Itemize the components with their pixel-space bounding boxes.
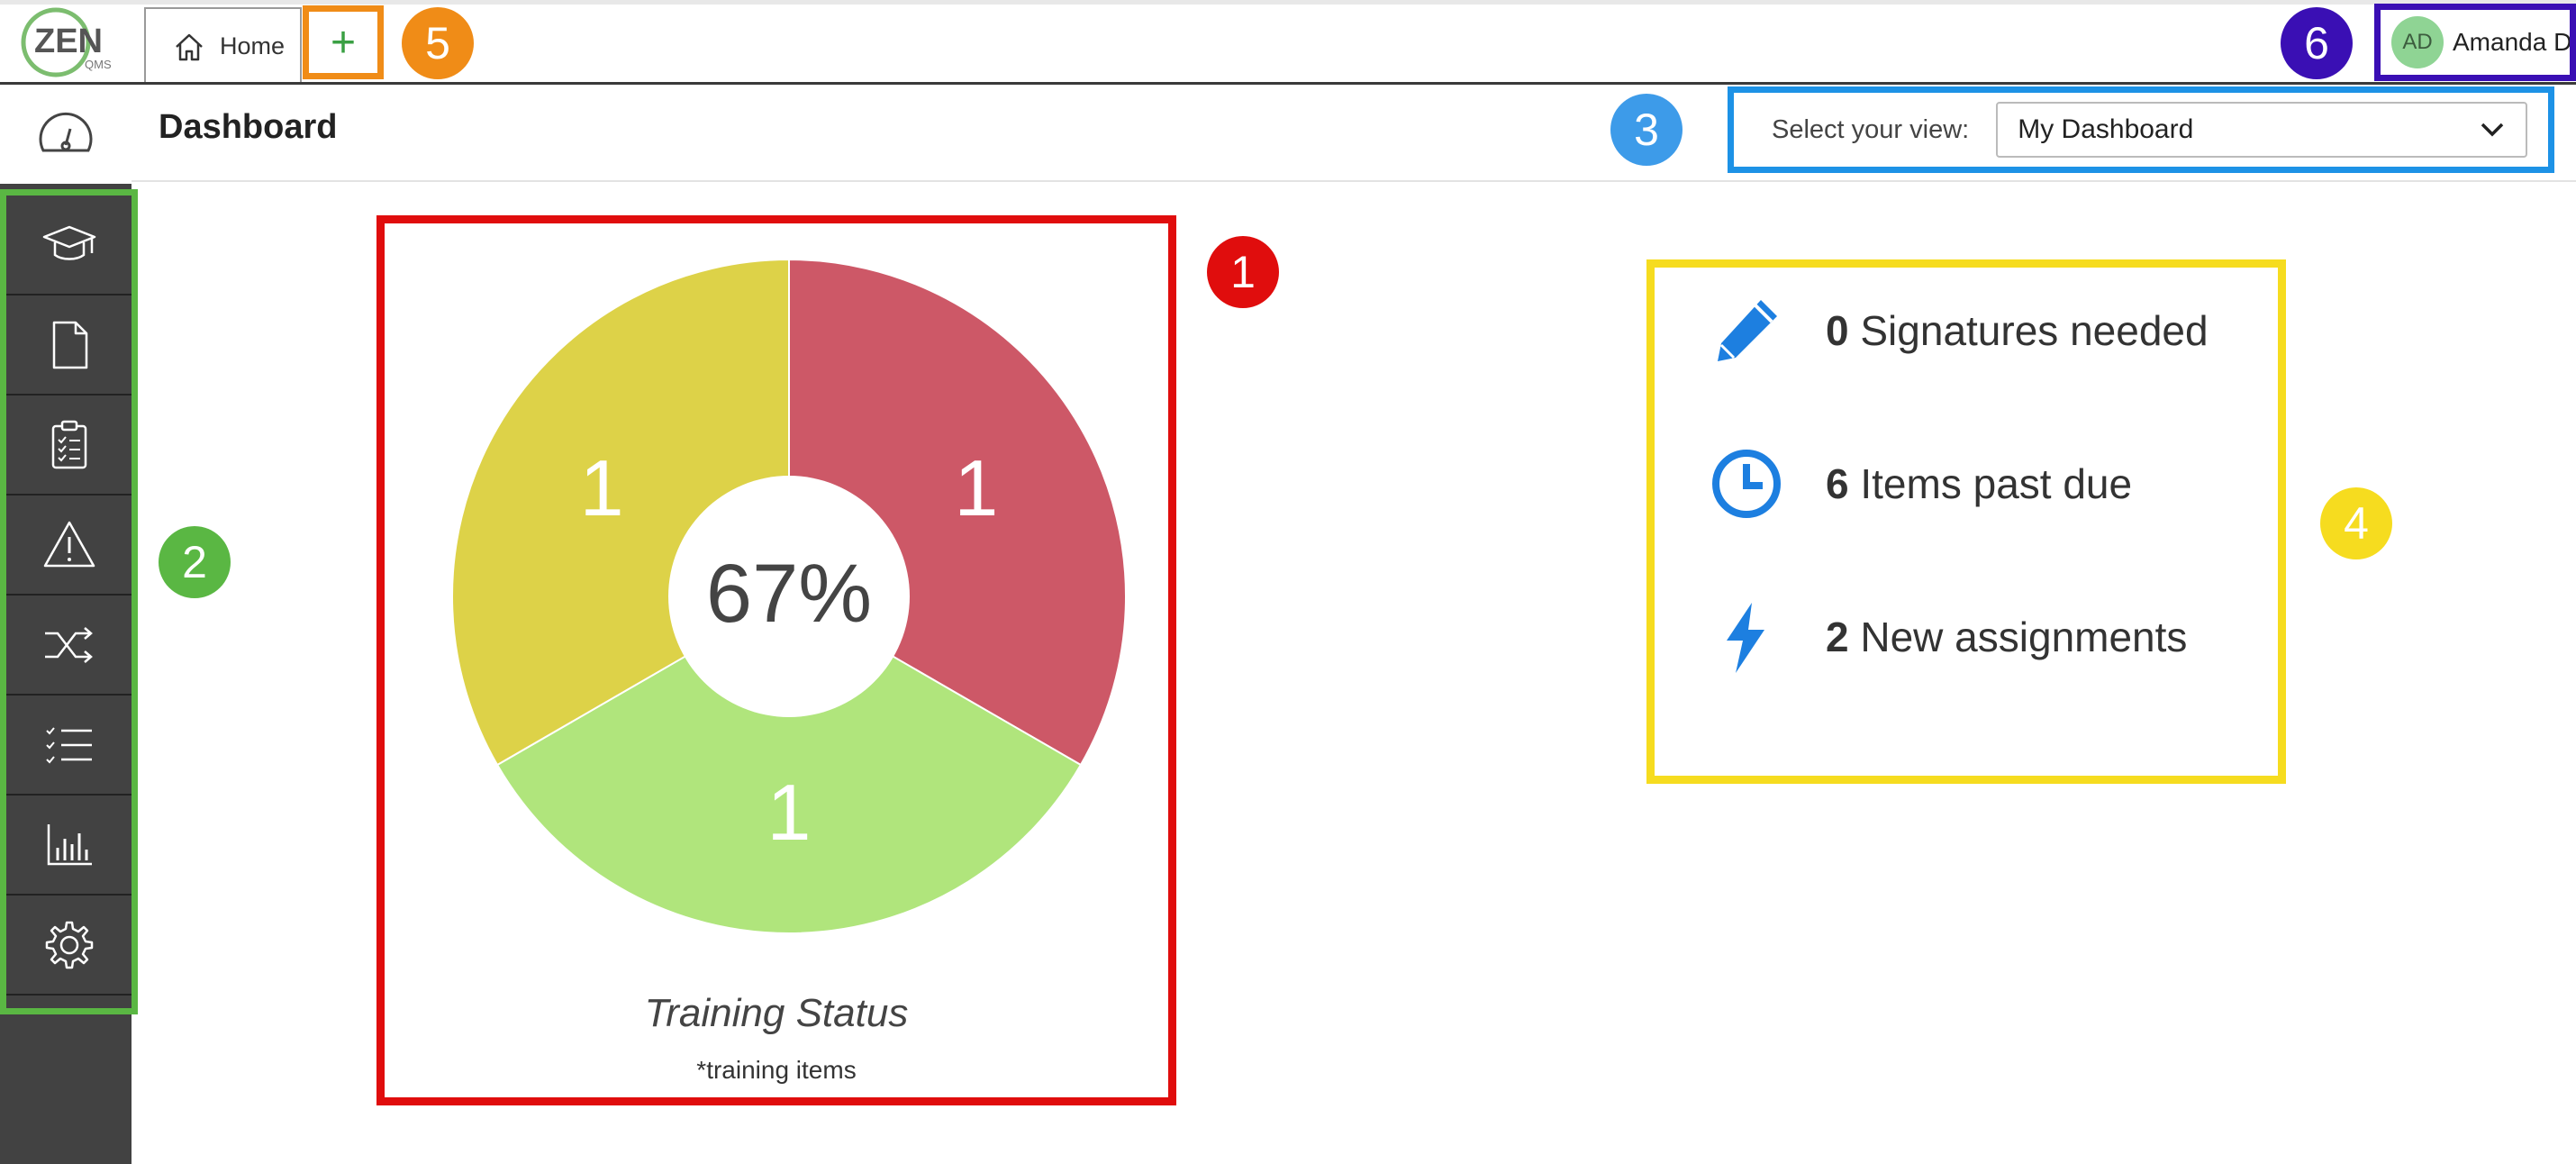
- sidebar-item-reports[interactable]: [6, 796, 132, 896]
- callout-5: 5: [402, 7, 474, 79]
- user-menu[interactable]: AD Amanda D: [2374, 4, 2576, 81]
- add-tab-button[interactable]: +: [303, 5, 384, 79]
- speedometer-icon: [39, 112, 93, 152]
- chevron-down-icon: [2481, 123, 2504, 137]
- top-bar: ZEN QMS Home + 5 6 AD Amanda D: [0, 0, 2576, 85]
- avatar: AD: [2391, 16, 2444, 68]
- assignments-count: 2: [1826, 614, 1849, 660]
- past-due-label: Items past due: [1860, 460, 2133, 507]
- tab-home-label: Home: [220, 32, 286, 59]
- sidebar-item-checklists[interactable]: [6, 696, 132, 796]
- header-divider: [132, 180, 2576, 182]
- pie-slice-label-1: 1: [954, 443, 998, 532]
- callout-3: 3: [1610, 94, 1683, 166]
- callout-2: 2: [159, 526, 231, 598]
- user-name: Amanda D: [2453, 28, 2572, 56]
- bar-chart-icon: [47, 823, 92, 865]
- chart-title: Training Status: [644, 991, 909, 1035]
- sidebar-nav: [0, 189, 138, 1014]
- gear-icon: [45, 921, 93, 968]
- chart-subtitle: *training items: [696, 1056, 857, 1084]
- graduation-cap-icon: [42, 225, 95, 260]
- signatures-label: Signatures needed: [1860, 307, 2209, 354]
- shuffle-icon: [44, 626, 93, 663]
- view-label: Select your view:: [1772, 114, 1970, 144]
- signatures-count: 0: [1826, 307, 1849, 354]
- callout-1: 1: [1207, 236, 1279, 308]
- clock-icon: [1712, 450, 1781, 518]
- assignments-label: New assignments: [1860, 614, 2188, 660]
- sidebar-item-training[interactable]: [6, 196, 132, 296]
- view-selector: Select your view: My Dashboard: [1728, 86, 2554, 173]
- sidebar-item-changes[interactable]: [6, 596, 132, 696]
- pie-slice-label-2: 1: [767, 768, 812, 857]
- document-icon: [52, 321, 87, 368]
- view-dropdown[interactable]: My Dashboard: [1996, 102, 2528, 158]
- logo-subtext: QMS: [85, 58, 112, 71]
- summary-item-assignments[interactable]: 2 New assignments: [1709, 599, 2187, 675]
- task-summary-card: 0 Signatures needed 6 Items past due 2 N…: [1646, 259, 2286, 784]
- pencil-icon: [1718, 300, 1777, 361]
- checklist-icon: [45, 726, 92, 763]
- view-dropdown-value: My Dashboard: [2018, 114, 2194, 144]
- lightning-icon: [1727, 603, 1764, 673]
- training-status-chart: 1 1 1 67%: [451, 258, 1127, 934]
- tab-home[interactable]: Home: [144, 7, 302, 84]
- sidebar-item-tasks[interactable]: [6, 396, 132, 496]
- callout-4: 4: [2320, 487, 2392, 559]
- home-icon: [176, 33, 203, 60]
- top-bar-divider: [0, 82, 2576, 85]
- callout-6: 6: [2281, 7, 2353, 79]
- past-due-count: 6: [1826, 460, 1849, 507]
- page-title: Dashboard: [159, 108, 338, 146]
- warning-icon: [43, 521, 95, 567]
- training-status-card[interactable]: 1 1 1 67% Training Status *training items: [376, 215, 1176, 1105]
- clipboard-icon: [51, 420, 86, 468]
- logo-text: ZEN: [34, 23, 103, 60]
- top-border: [0, 0, 2576, 5]
- summary-item-past-due[interactable]: 6 Items past due: [1709, 446, 2132, 522]
- summary-item-signatures[interactable]: 0 Signatures needed: [1709, 293, 2209, 368]
- chart-center-label: 67%: [706, 548, 872, 640]
- pie-slice-label-3: 1: [580, 443, 624, 532]
- zen-logo[interactable]: ZEN QMS: [16, 5, 124, 79]
- sidebar-item-dashboard[interactable]: [0, 85, 132, 184]
- sidebar-item-documents[interactable]: [6, 296, 132, 396]
- sidebar-item-issues[interactable]: [6, 496, 132, 596]
- sidebar-item-settings[interactable]: [6, 896, 132, 996]
